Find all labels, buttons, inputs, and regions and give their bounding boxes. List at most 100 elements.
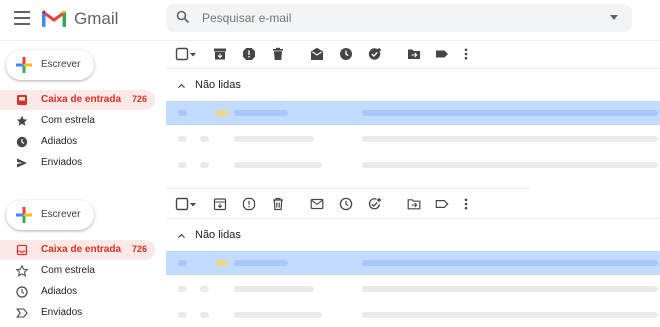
- email-row[interactable]: [166, 251, 660, 275]
- select-dropdown-icon[interactable]: [189, 47, 197, 61]
- unread-count: 726: [131, 244, 147, 254]
- snooze-icon[interactable]: [339, 47, 353, 61]
- email-row[interactable]: [166, 127, 660, 151]
- sidebar-item-label: Com estrela: [41, 115, 95, 126]
- plus-icon: [16, 57, 32, 73]
- compose-label: Escrever: [41, 59, 81, 70]
- compose-button[interactable]: Escrever: [6, 50, 94, 80]
- main-menu-icon[interactable]: [14, 11, 30, 25]
- row-checkbox[interactable]: [178, 136, 187, 142]
- star-icon[interactable]: [216, 260, 228, 266]
- row-checkbox[interactable]: [178, 162, 187, 168]
- star-icon[interactable]: [200, 312, 209, 318]
- report-spam-icon[interactable]: [242, 47, 256, 61]
- email-snippet: [362, 136, 658, 142]
- delete-icon[interactable]: [271, 47, 285, 61]
- snooze-icon[interactable]: [339, 197, 353, 211]
- star-icon[interactable]: [200, 286, 209, 292]
- section-title: Não lidas: [195, 229, 241, 241]
- email-snippet: [362, 110, 658, 116]
- sidebar-item-starred[interactable]: Com estrela: [0, 111, 155, 131]
- select-checkbox-icon[interactable]: [175, 47, 189, 61]
- sidebar-item-sent[interactable]: Enviados: [0, 303, 155, 323]
- gmail-logo[interactable]: [41, 8, 67, 28]
- row-checkbox[interactable]: [178, 286, 187, 292]
- more-vert-icon[interactable]: [463, 47, 469, 61]
- sidebar-item-starred[interactable]: Com estrela: [0, 261, 155, 281]
- star-icon: [16, 265, 28, 277]
- mark-unread-icon[interactable]: [310, 197, 324, 211]
- send-icon: [17, 158, 27, 168]
- sidebar-item-label: Enviados: [41, 307, 83, 318]
- send-icon: [16, 308, 28, 318]
- sidebar-item-snoozed[interactable]: Adiados: [0, 132, 155, 152]
- report-spam-icon[interactable]: [242, 197, 256, 211]
- move-to-icon[interactable]: [407, 47, 421, 61]
- label-icon[interactable]: [435, 47, 449, 61]
- section-header-unread[interactable]: Não lidas: [166, 74, 660, 96]
- email-row[interactable]: [166, 101, 660, 125]
- delete-icon[interactable]: [271, 197, 285, 211]
- sender-name: [234, 260, 288, 266]
- star-icon[interactable]: [200, 136, 209, 142]
- email-row[interactable]: [166, 303, 660, 327]
- section-header-unread[interactable]: Não lidas: [166, 224, 660, 246]
- search-options-icon[interactable]: [610, 15, 618, 20]
- add-task-icon[interactable]: [368, 47, 382, 61]
- sidebar-item-inbox[interactable]: Caixa de entrada 726: [0, 90, 155, 110]
- sidebar-item-sent[interactable]: Enviados: [0, 153, 155, 173]
- sidebar-item-label: Caixa de entrada: [41, 94, 122, 105]
- row-checkbox[interactable]: [178, 260, 187, 266]
- sender-name: [234, 110, 288, 116]
- star-icon: [16, 115, 28, 126]
- sidebar-item-inbox[interactable]: Caixa de entrada 726: [0, 240, 155, 260]
- sender-name: [234, 312, 322, 318]
- sidebar-item-label: Caixa de entrada: [41, 244, 122, 255]
- section-title: Não lidas: [195, 79, 241, 91]
- compose-button[interactable]: Escrever: [6, 200, 94, 230]
- label-icon[interactable]: [435, 197, 449, 211]
- sidebar-item-label: Com estrela: [41, 265, 95, 276]
- star-icon[interactable]: [200, 162, 209, 168]
- sidebar-item-label: Adiados: [41, 136, 78, 147]
- chevron-up-icon[interactable]: [178, 84, 185, 88]
- email-snippet: [362, 312, 658, 318]
- archive-icon[interactable]: [213, 47, 227, 61]
- inbox-icon: [16, 244, 28, 256]
- clock-icon: [16, 136, 28, 148]
- row-checkbox[interactable]: [178, 312, 187, 318]
- star-icon[interactable]: [216, 110, 228, 116]
- email-snippet: [362, 260, 658, 266]
- clock-icon: [16, 286, 28, 298]
- search-icon[interactable]: [176, 10, 190, 24]
- sender-name: [234, 286, 314, 292]
- select-checkbox-icon[interactable]: [175, 197, 189, 211]
- archive-icon[interactable]: [213, 197, 227, 211]
- mark-read-icon[interactable]: [310, 47, 324, 61]
- block-divider: [166, 188, 530, 189]
- sender-name: [234, 162, 322, 168]
- move-to-icon[interactable]: [407, 197, 421, 211]
- more-vert-icon[interactable]: [463, 197, 469, 211]
- compose-label: Escrever: [41, 209, 81, 220]
- message-toolbar: [166, 41, 660, 67]
- sidebar-item-snoozed[interactable]: Adiados: [0, 282, 155, 302]
- select-dropdown-icon[interactable]: [189, 197, 197, 211]
- row-checkbox[interactable]: [178, 110, 187, 116]
- email-snippet: [362, 286, 658, 292]
- message-toolbar: [166, 191, 660, 217]
- toolbar-divider: [166, 218, 660, 219]
- email-row[interactable]: [166, 153, 660, 177]
- sidebar-item-label: Adiados: [41, 286, 78, 297]
- app-name: Gmail: [74, 9, 119, 28]
- sidebar-item-label: Enviados: [41, 157, 83, 168]
- unread-count: 726: [131, 94, 147, 104]
- add-task-icon[interactable]: [368, 197, 382, 211]
- toolbar-divider: [166, 68, 660, 69]
- email-snippet: [362, 162, 658, 168]
- email-row[interactable]: [166, 277, 660, 301]
- search-input[interactable]: [202, 11, 562, 25]
- chevron-up-icon[interactable]: [178, 234, 185, 238]
- inbox-icon: [17, 95, 27, 105]
- plus-icon: [16, 207, 32, 223]
